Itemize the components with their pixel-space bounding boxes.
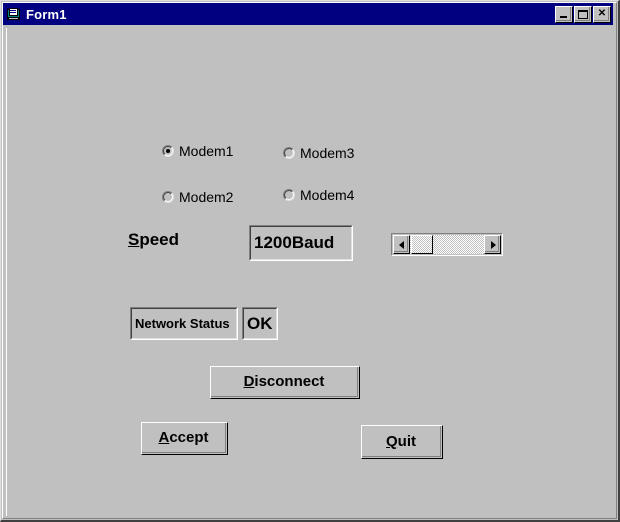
- vb-form-icon: [6, 7, 22, 22]
- quit-accelerator: Q: [386, 432, 398, 450]
- radio-modem1[interactable]: Modem1: [162, 143, 233, 159]
- radio-modem3-label: Modem3: [300, 145, 355, 161]
- radio-modem1-label: Modem1: [179, 143, 234, 159]
- minimize-button[interactable]: [555, 5, 573, 23]
- radio-indicator-icon: [162, 145, 174, 157]
- radio-modem4[interactable]: Modem4: [283, 187, 354, 203]
- scrollbar-thumb[interactable]: [411, 235, 433, 254]
- accept-label-rest: ccept: [169, 429, 209, 446]
- title-bar[interactable]: Form1 ✕: [3, 3, 613, 25]
- disconnect-button[interactable]: Disconnect: [210, 366, 360, 399]
- disconnect-button-label: Disconnect: [244, 373, 325, 390]
- network-status-caption-box: Network Status: [130, 307, 238, 340]
- network-status-value-box: OK: [242, 307, 278, 340]
- accept-button[interactable]: Accept: [141, 422, 228, 455]
- radio-modem3[interactable]: Modem3: [283, 145, 354, 161]
- speed-label: Speed: [128, 230, 179, 250]
- arrow-left-icon: [398, 240, 404, 249]
- minimize-icon: [560, 15, 567, 18]
- speed-value-text: 1200Baud: [254, 233, 335, 252]
- disconnect-label-rest: isconnect: [254, 373, 325, 390]
- client-left-highlight: [6, 28, 7, 516]
- arrow-right-icon: [490, 240, 496, 249]
- accept-accelerator: A: [158, 429, 170, 446]
- window-controls: ✕: [554, 5, 611, 23]
- maximize-icon: [578, 9, 588, 19]
- close-icon: ✕: [597, 8, 607, 19]
- maximize-button[interactable]: [574, 5, 592, 23]
- close-button[interactable]: ✕: [593, 5, 611, 23]
- radio-indicator-icon: [162, 191, 174, 203]
- network-status-caption: Network Status: [135, 316, 230, 331]
- disconnect-accelerator: D: [243, 373, 255, 390]
- radio-modem4-label: Modem4: [300, 187, 355, 203]
- window-title: Form1: [26, 6, 67, 22]
- accept-button-label: Accept: [158, 429, 208, 446]
- radio-indicator-icon: [283, 189, 295, 201]
- scrollbar-right-button[interactable]: [484, 235, 501, 254]
- form-client-area: [3, 28, 613, 516]
- radio-indicator-icon: [283, 147, 295, 159]
- speed-accelerator: S: [128, 230, 140, 249]
- quit-button-label: Quit: [386, 433, 416, 450]
- scrollbar-left-button[interactable]: [393, 235, 410, 254]
- network-status-value: OK: [247, 313, 273, 333]
- quit-button[interactable]: Quit: [361, 425, 443, 459]
- speed-scrollbar[interactable]: [391, 233, 503, 256]
- speed-label-rest: peed: [139, 230, 180, 249]
- quit-label-rest: uit: [397, 432, 416, 450]
- speed-value-box[interactable]: 1200Baud: [249, 225, 353, 261]
- radio-modem2[interactable]: Modem2: [162, 189, 233, 205]
- radio-modem2-label: Modem2: [179, 189, 234, 205]
